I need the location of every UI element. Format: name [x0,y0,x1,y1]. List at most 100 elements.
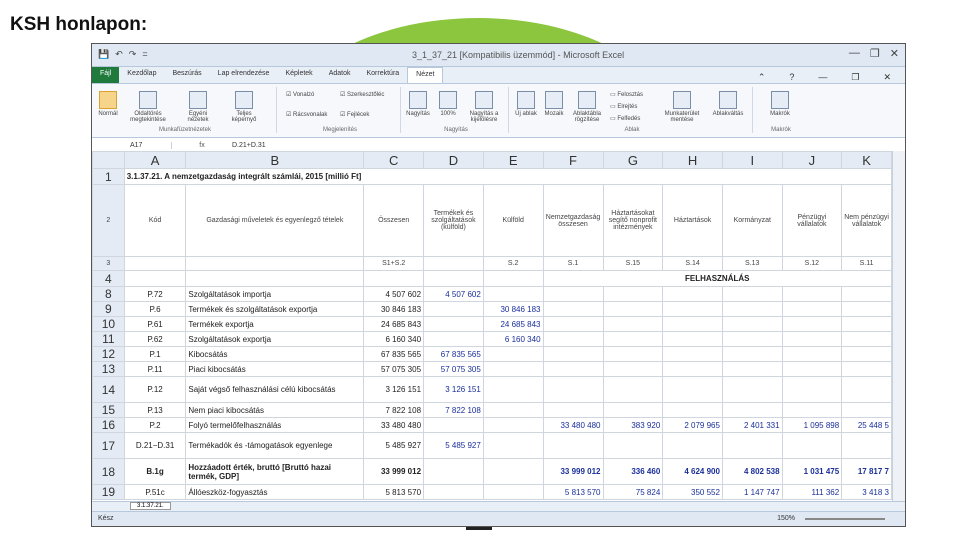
value-cell[interactable] [662,331,723,347]
value-cell[interactable]: 4 624 900 [662,458,723,485]
row-header[interactable]: 2 [92,184,125,257]
value-cell[interactable]: 4 802 538 [721,458,783,485]
label-cell[interactable]: Termékek és szolgáltatások exportja [185,301,365,317]
row-header[interactable]: 16 [92,417,125,433]
select-all-corner[interactable] [92,151,125,169]
column-header[interactable]: D [423,151,484,169]
zoom-to-selection-button[interactable]: Nagyítás a kijelölésre [464,91,504,123]
value-cell[interactable] [781,301,843,317]
value-cell[interactable] [781,331,843,347]
value-cell[interactable] [602,331,664,347]
hide-button[interactable]: ▭ Elrejtés [610,103,637,110]
split-button[interactable]: ▭ Felosztás [610,91,643,98]
code-cell[interactable]: P.12 [123,376,187,403]
zoom-100-button[interactable]: 100% [436,91,460,117]
label-cell[interactable]: Folyó termelőfelhasználás [185,417,365,433]
value-cell[interactable] [781,432,843,459]
value-cell[interactable]: 383 920 [602,417,664,433]
value-cell[interactable] [542,376,604,403]
full-screen-button[interactable]: Teljes képernyő [224,91,264,123]
value-cell[interactable] [841,361,892,377]
column-header[interactable]: H [662,151,723,169]
value-cell[interactable] [423,458,484,485]
code-cell[interactable]: P.61 [123,316,187,332]
label-cell[interactable]: Saját végső felhasználási célú kibocsátá… [185,376,365,403]
value-cell[interactable]: 350 552 [662,484,723,500]
formula-input[interactable]: D.21+D.31 [232,142,266,149]
cell[interactable] [185,270,365,287]
minimize-button[interactable]: — [849,47,860,60]
value-cell[interactable] [602,301,664,317]
name-box[interactable]: A17 [92,141,172,149]
value-cell[interactable] [602,361,664,377]
column-header[interactable]: F [542,151,604,169]
value-cell[interactable] [602,286,664,302]
row-header[interactable]: 4 [92,270,125,287]
value-cell[interactable]: 3 126 151 [363,376,425,403]
value-cell[interactable] [542,286,604,302]
row-header[interactable]: 14 [92,376,125,403]
row-header[interactable]: 8 [92,286,125,302]
save-icon[interactable]: 💾 [98,49,109,60]
header-cell[interactable]: Kormányzat [721,184,783,257]
code-cell[interactable]: B.1g [123,458,187,485]
macros-button[interactable]: Makrók [768,91,792,117]
value-cell[interactable] [841,286,892,302]
cell[interactable] [123,270,187,287]
value-cell[interactable]: 33 480 480 [542,417,604,433]
value-cell[interactable]: 24 685 843 [482,316,544,332]
value-cell[interactable] [662,376,723,403]
label-cell[interactable]: Nem piaci kibocsátás [185,402,365,418]
value-cell[interactable]: 2 079 965 [662,417,723,433]
code-cell[interactable]: D.21−D.31 [123,432,187,459]
value-cell[interactable] [841,402,892,418]
save-workspace-button[interactable]: Munkaterület mentése [660,91,704,123]
header-cell[interactable]: Háztartások [662,184,723,257]
header-cell[interactable]: Nem pénzügyi vállalatok [841,184,892,257]
value-cell[interactable] [542,331,604,347]
sector-code-cell[interactable]: S.13 [721,256,783,271]
column-header[interactable]: I [721,151,783,169]
sector-code-cell[interactable]: S1+S.2 [363,256,425,271]
row-header[interactable]: 11 [92,331,125,347]
value-cell[interactable] [482,484,544,500]
value-cell[interactable] [721,286,783,302]
value-cell[interactable] [482,432,544,459]
customize-icon[interactable]: = [142,49,147,60]
value-cell[interactable]: 7 822 108 [363,402,425,418]
value-cell[interactable]: 4 507 602 [363,286,425,302]
switch-windows-button[interactable]: Ablakváltás [708,91,748,117]
code-cell[interactable]: P.2 [123,417,187,433]
row-header[interactable]: 10 [92,316,125,332]
value-cell[interactable] [482,286,544,302]
section-label-cell[interactable]: FELHASZNÁLÁS [542,270,893,287]
value-cell[interactable] [542,361,604,377]
value-cell[interactable] [602,402,664,418]
value-cell[interactable]: 5 485 927 [363,432,425,459]
fx-icon[interactable]: fx [172,142,232,149]
code-cell[interactable]: P.11 [123,361,187,377]
value-cell[interactable] [542,432,604,459]
value-cell[interactable] [721,432,783,459]
arrange-button[interactable]: Mozaik [542,91,566,117]
code-cell[interactable]: P.51c [123,484,187,500]
value-cell[interactable] [662,432,723,459]
value-cell[interactable] [423,301,484,317]
row-header[interactable]: 15 [92,402,125,418]
value-cell[interactable] [542,346,604,362]
sector-code-cell[interactable]: S.1 [542,256,604,271]
label-cell[interactable]: Piaci kibocsátás [185,361,365,377]
ruler-checkbox[interactable]: ☑ Vonalzó [286,91,314,98]
value-cell[interactable]: 6 160 340 [363,331,425,347]
value-cell[interactable] [841,316,892,332]
sector-code-cell[interactable]: S.15 [602,256,664,271]
column-header[interactable]: E [482,151,544,169]
sector-code-cell[interactable]: S.14 [662,256,723,271]
value-cell[interactable]: 24 685 843 [363,316,425,332]
gridlines-checkbox[interactable]: ☑ Rácsvonalak [286,111,327,118]
value-cell[interactable] [662,402,723,418]
value-cell[interactable] [423,316,484,332]
value-cell[interactable]: 111 362 [781,484,843,500]
value-cell[interactable] [423,417,484,433]
value-cell[interactable]: 4 507 602 [423,286,484,302]
